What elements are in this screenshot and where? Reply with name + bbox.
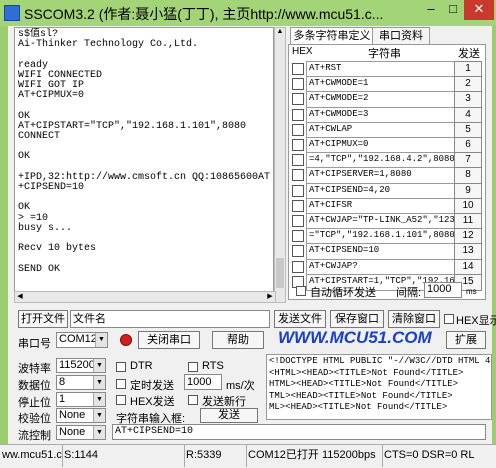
- baud-select[interactable]: 115200 ▼: [56, 358, 106, 373]
- row-hex-checkbox[interactable]: [292, 78, 304, 91]
- hex-send-checkbox[interactable]: [116, 395, 126, 405]
- save-window-button[interactable]: 保存窗口: [330, 310, 384, 328]
- row-hex-checkbox[interactable]: [292, 154, 304, 167]
- scroll-left-icon[interactable]: ◀: [15, 292, 25, 302]
- window-title: SSCOM3.2 (作者:聂小猛(丁丁), 主页http://www.mcu51…: [24, 6, 384, 22]
- scroll-up-icon[interactable]: ▲: [275, 28, 285, 38]
- expand-button[interactable]: 扩展: [446, 331, 486, 349]
- baud-value: 115200: [59, 359, 95, 371]
- send-newline-checkbox[interactable]: [188, 395, 198, 405]
- row-hex-checkbox[interactable]: [292, 260, 304, 273]
- port-status-indicator: [120, 334, 132, 346]
- chevron-down-icon[interactable]: ▼: [93, 393, 105, 406]
- dtr-checkbox[interactable]: [116, 362, 126, 372]
- row-hex-checkbox[interactable]: [292, 63, 304, 75]
- flow-select[interactable]: None ▼: [56, 425, 106, 440]
- parity-label: 校验位: [18, 413, 51, 425]
- row-hex-checkbox[interactable]: [292, 108, 304, 121]
- status-received-count: R:5339: [184, 445, 247, 467]
- receive-vertical-scrollbar[interactable]: ▲: [274, 27, 286, 303]
- flow-label: 流控制: [18, 430, 51, 442]
- row-hex-checkbox[interactable]: [292, 184, 304, 197]
- clear-window-button[interactable]: 清除窗口: [388, 310, 440, 328]
- row-hex-checkbox[interactable]: [292, 93, 304, 106]
- send-button[interactable]: 发送: [200, 408, 258, 423]
- send-newline-label: 发送新行: [202, 396, 246, 408]
- interval-input[interactable]: 1000: [424, 282, 462, 298]
- row-hex-checkbox[interactable]: [292, 215, 304, 227]
- stopbits-value: 1: [59, 393, 66, 405]
- send-file-button[interactable]: 发送文件: [274, 310, 326, 328]
- row-hex-checkbox[interactable]: [292, 245, 304, 258]
- parity-value: None: [59, 409, 86, 421]
- stopbits-select[interactable]: 1 ▼: [56, 392, 106, 407]
- port-value: COM12: [59, 333, 97, 345]
- maximize-button[interactable]: □: [442, 0, 464, 20]
- file-name-input[interactable]: 文件名: [70, 310, 270, 328]
- close-port-button[interactable]: 关闭串口: [138, 331, 200, 349]
- databits-select[interactable]: 8 ▼: [56, 375, 106, 390]
- minimize-button[interactable]: –: [420, 0, 442, 20]
- chevron-down-icon[interactable]: ▼: [93, 376, 105, 389]
- status-signals: CTS=0 DSR=0 RL: [384, 449, 475, 461]
- port-select[interactable]: COM12 ▼: [56, 332, 108, 348]
- row-hex-checkbox[interactable]: [292, 123, 304, 136]
- rts-checkbox[interactable]: [188, 362, 198, 372]
- send-string-input[interactable]: AT+CIPSEND=10: [112, 424, 486, 440]
- status-port: COM12已打开 115200bps: [246, 445, 383, 467]
- mcu51-logo[interactable]: WWW.MCU51.COM: [278, 328, 432, 348]
- row-hex-checkbox[interactable]: [292, 139, 304, 151]
- close-button[interactable]: ✕: [464, 0, 494, 20]
- period-input[interactable]: 1000: [184, 374, 222, 390]
- status-site: ww.mcu51.cor: [0, 445, 63, 467]
- rts-label: RTS: [202, 360, 224, 372]
- period-unit: ms/次: [226, 380, 255, 392]
- scrollbar-thumb[interactable]: [276, 258, 284, 288]
- row-hex-checkbox[interactable]: [292, 169, 304, 182]
- string-column-header: 字符串: [368, 48, 401, 60]
- app-icon: [4, 5, 20, 21]
- stopbits-label: 停止位: [18, 397, 51, 409]
- dtr-label: DTR: [130, 360, 153, 372]
- flow-value: None: [59, 426, 86, 438]
- timed-send-label: 定时发送: [130, 380, 174, 392]
- timed-send-checkbox[interactable]: [116, 379, 126, 389]
- chevron-down-icon[interactable]: ▼: [93, 426, 105, 439]
- hex-display-label: HEX显示: [456, 315, 496, 327]
- auto-loop-checkbox[interactable]: [296, 286, 306, 296]
- interval-label: 间隔:: [396, 287, 422, 299]
- receive-textarea[interactable]: s$值sl? Ai-Thinker Technology Co.,Ltd. re…: [14, 27, 274, 301]
- status-sent-count: S:1144: [62, 445, 185, 467]
- row-hex-checkbox[interactable]: [292, 230, 304, 243]
- info-textbox: <!DOCTYPE HTML PUBLIC "-//W3C//DTD HTML …: [266, 354, 492, 420]
- hex-column-header: HEX: [292, 46, 313, 57]
- interval-unit: ms: [466, 287, 477, 296]
- status-bar: ww.mcu51.cor S:1144 R:5339 COM12已打开 1152…: [0, 444, 496, 468]
- baud-label: 波特率: [18, 363, 51, 375]
- chevron-down-icon[interactable]: ▼: [95, 333, 107, 347]
- parity-select[interactable]: None ▼: [56, 408, 106, 423]
- scroll-right-icon[interactable]: ▶: [265, 292, 275, 302]
- databits-value: 8: [59, 376, 66, 388]
- hex-display-checkbox[interactable]: [444, 314, 454, 324]
- help-button[interactable]: 帮助: [212, 331, 264, 349]
- chevron-down-icon[interactable]: ▼: [93, 409, 105, 422]
- row-hex-checkbox[interactable]: [292, 199, 304, 212]
- send-column-header: 发送: [458, 48, 480, 60]
- databits-label: 数据位: [18, 380, 51, 392]
- chevron-down-icon[interactable]: ▼: [93, 359, 105, 372]
- hex-send-label: HEX发送: [130, 396, 175, 408]
- auto-loop-label: 自动循环发送: [310, 287, 376, 299]
- receive-horizontal-scrollbar[interactable]: ◀ ▶: [14, 291, 276, 303]
- open-file-button[interactable]: 打开文件: [18, 310, 68, 328]
- port-label: 串口号: [18, 338, 51, 350]
